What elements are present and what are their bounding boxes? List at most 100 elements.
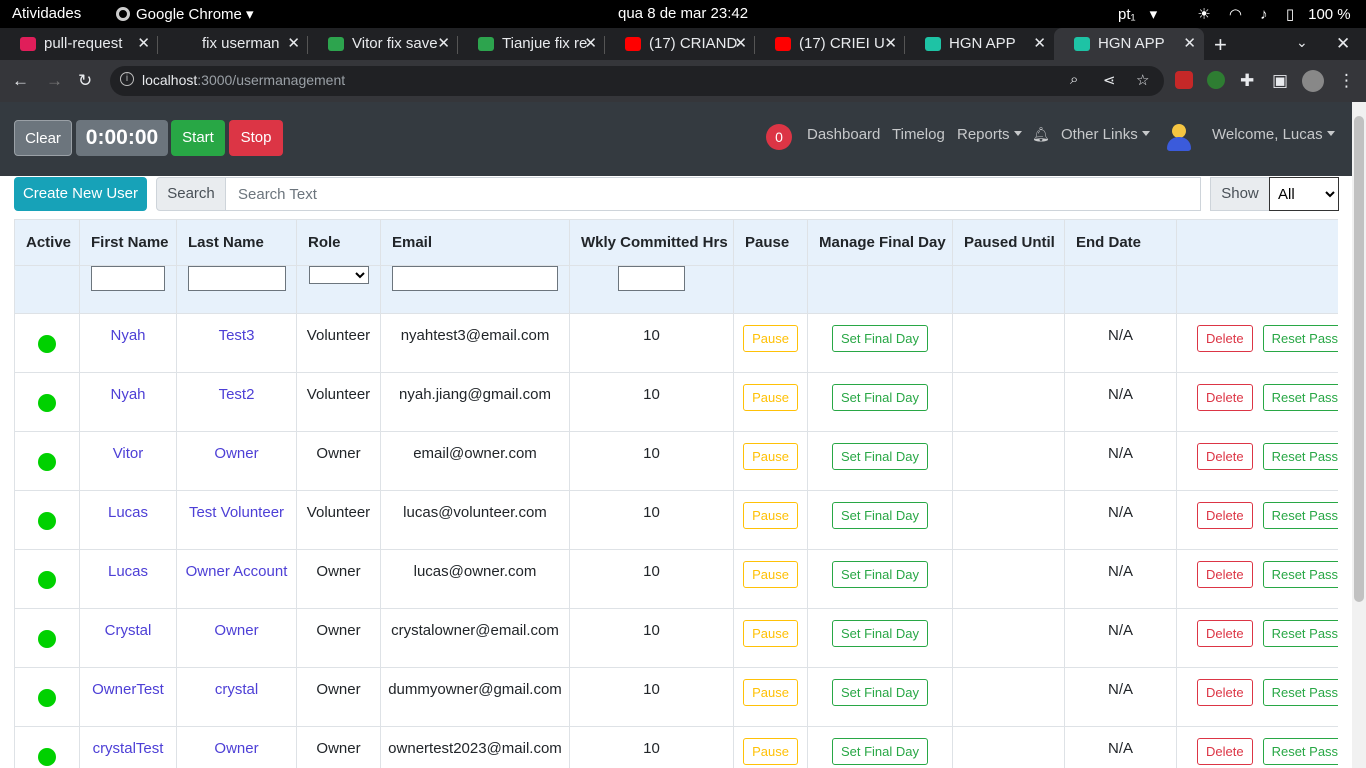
clear-timer-button[interactable]: Clear <box>14 120 72 156</box>
chrome-menu-icon[interactable]: ⋮ <box>1338 71 1355 91</box>
reset-password-button[interactable]: Reset Password <box>1262 679 1338 706</box>
system-tray[interactable]: pt₁ ▾ ☀ ◠ ♪ ▯ 100 % <box>1118 5 1365 23</box>
set-final-day-button[interactable]: Set Final Day <box>831 679 929 706</box>
last-name-link[interactable]: Owner Account <box>186 563 288 580</box>
url-text[interactable]: localhost:3000/usermanagement <box>142 72 345 88</box>
back-icon[interactable]: ← <box>12 71 29 91</box>
profile-avatar[interactable] <box>1302 70 1324 92</box>
notification-count-badge[interactable]: 0 <box>766 124 792 150</box>
browser-tab[interactable]: Tianjue fix re ✕ <box>458 28 605 60</box>
user-table-container[interactable]: Active First Name Last Name Role Email Wkly C… <box>14 219 1338 768</box>
set-final-day-button[interactable]: Set Final Day <box>831 502 929 529</box>
browser-tab[interactable]: pull-request ✕ <box>0 28 158 60</box>
app-menu[interactable]: Google Chrome ▾ <box>116 5 254 23</box>
set-final-day-button[interactable]: Set Final Day <box>831 620 929 647</box>
reset-password-button[interactable]: Reset Password <box>1262 384 1338 411</box>
active-status-icon[interactable] <box>38 335 56 353</box>
first-name-link[interactable]: Lucas <box>108 504 148 521</box>
close-window-icon[interactable]: ✕ <box>1336 34 1350 54</box>
keyboard-layout[interactable]: pt₁ <box>1118 6 1136 23</box>
share-icon[interactable]: ⋖ <box>1103 71 1116 89</box>
set-final-day-button[interactable]: Set Final Day <box>831 561 929 588</box>
pause-button[interactable]: Pause <box>743 620 798 647</box>
set-final-day-button[interactable]: Set Final Day <box>831 738 929 765</box>
pause-button[interactable]: Pause <box>743 502 798 529</box>
reset-password-button[interactable]: Reset Password <box>1262 443 1338 470</box>
last-name-link[interactable]: Test3 <box>219 327 255 344</box>
delete-user-button[interactable]: Delete <box>1197 384 1253 411</box>
browser-tab[interactable]: Vitor fix save ✕ <box>308 28 458 60</box>
close-tab-icon[interactable]: ✕ <box>287 34 300 52</box>
active-status-icon[interactable] <box>38 689 56 707</box>
search-input[interactable] <box>225 177 1201 211</box>
nav-dashboard[interactable]: Dashboard <box>807 126 880 143</box>
pause-button[interactable]: Pause <box>743 325 798 352</box>
set-final-day-button[interactable]: Set Final Day <box>831 325 929 352</box>
page-scrollbar[interactable] <box>1352 102 1366 768</box>
scrollbar-thumb[interactable] <box>1354 116 1364 602</box>
pause-button[interactable]: Pause <box>743 561 798 588</box>
last-name-link[interactable]: Owner <box>214 445 258 462</box>
last-name-link[interactable]: Owner <box>214 622 258 639</box>
active-status-icon[interactable] <box>38 748 56 766</box>
close-tab-icon[interactable]: ✕ <box>1033 34 1046 52</box>
tab-search-icon[interactable]: ⌄ <box>1296 34 1308 51</box>
reload-icon[interactable]: ↻ <box>78 71 92 91</box>
zoom-icon[interactable]: ⌕ <box>1070 71 1078 88</box>
role-filter-select[interactable] <box>308 266 369 284</box>
set-final-day-button[interactable]: Set Final Day <box>831 443 929 470</box>
active-status-icon[interactable] <box>38 394 56 412</box>
delete-user-button[interactable]: Delete <box>1197 561 1253 588</box>
delete-user-button[interactable]: Delete <box>1197 325 1253 352</box>
active-status-icon[interactable] <box>38 512 56 530</box>
active-status-icon[interactable] <box>38 630 56 648</box>
browser-tab[interactable]: fix userman ✕ <box>158 28 308 60</box>
delete-user-button[interactable]: Delete <box>1197 679 1253 706</box>
nav-timelog[interactable]: Timelog <box>892 126 945 143</box>
pause-button[interactable]: Pause <box>743 384 798 411</box>
close-tab-icon[interactable]: ✕ <box>1183 34 1196 52</box>
forward-icon[interactable]: → <box>46 71 63 91</box>
bell-icon[interactable]: 🔔︎ <box>1032 126 1050 143</box>
extension-icon[interactable] <box>1175 71 1193 89</box>
browser-tab[interactable]: HGN APP ✕ <box>905 28 1054 60</box>
first-name-link[interactable]: Nyah <box>110 327 145 344</box>
hours-filter-input[interactable] <box>618 266 685 291</box>
site-info-icon[interactable]: i <box>120 72 134 86</box>
first-name-link[interactable]: Lucas <box>108 563 148 580</box>
last-name-link[interactable]: crystal <box>215 681 258 698</box>
reset-password-button[interactable]: Reset Password <box>1262 620 1338 647</box>
reset-password-button[interactable]: Reset Password <box>1262 738 1338 765</box>
close-tab-icon[interactable]: ✕ <box>437 34 450 52</box>
reset-password-button[interactable]: Reset Password <box>1262 502 1338 529</box>
last-name-filter-input[interactable] <box>188 266 286 291</box>
browser-tab[interactable]: HGN APP ✕ <box>1054 28 1204 60</box>
extensions-puzzle-icon[interactable]: ✚ <box>1240 71 1254 91</box>
bookmark-star-icon[interactable]: ☆ <box>1136 71 1149 89</box>
active-status-icon[interactable] <box>38 571 56 589</box>
active-status-icon[interactable] <box>38 453 56 471</box>
show-select[interactable]: All <box>1269 177 1339 211</box>
first-name-link[interactable]: Crystal <box>105 622 152 639</box>
address-bar[interactable]: i localhost:3000/usermanagement ⌕ ⋖ ☆ <box>110 66 1164 96</box>
close-tab-icon[interactable]: ✕ <box>137 34 150 52</box>
create-new-user-button[interactable]: Create New User <box>14 177 147 211</box>
last-name-link[interactable]: Test2 <box>219 386 255 403</box>
clock[interactable]: qua 8 de mar 23:42 <box>618 5 748 22</box>
pause-button[interactable]: Pause <box>743 679 798 706</box>
pause-button[interactable]: Pause <box>743 443 798 470</box>
browser-tab[interactable]: (17) CRIEI U ✕ <box>755 28 905 60</box>
first-name-link[interactable]: crystalTest <box>93 740 164 757</box>
set-final-day-button[interactable]: Set Final Day <box>831 384 929 411</box>
delete-user-button[interactable]: Delete <box>1197 620 1253 647</box>
user-avatar-icon[interactable] <box>1166 124 1192 152</box>
extension-icon[interactable] <box>1207 71 1225 89</box>
first-name-link[interactable]: Vitor <box>113 445 144 462</box>
welcome-user-dropdown[interactable]: Welcome, Lucas <box>1212 126 1335 143</box>
pause-button[interactable]: Pause <box>743 738 798 765</box>
first-name-link[interactable]: Nyah <box>110 386 145 403</box>
nav-reports-dropdown[interactable]: Reports <box>957 126 1022 143</box>
start-timer-button[interactable]: Start <box>171 120 225 156</box>
delete-user-button[interactable]: Delete <box>1197 738 1253 765</box>
stop-timer-button[interactable]: Stop <box>229 120 283 156</box>
